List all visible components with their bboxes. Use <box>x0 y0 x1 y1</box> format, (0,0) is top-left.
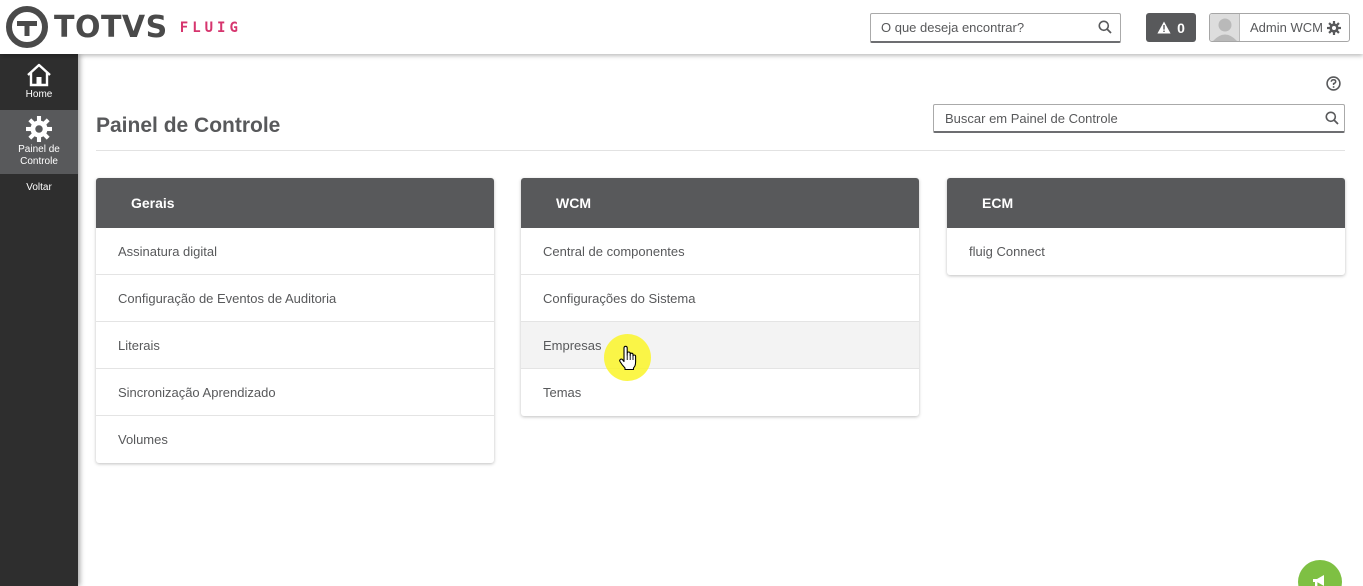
menu-item-literais[interactable]: Literais <box>96 322 494 369</box>
hand-pointer-icon <box>619 345 637 371</box>
sidebar-item-label: Home <box>25 89 53 100</box>
gear-icon <box>1326 20 1341 35</box>
sidebar-back-link[interactable]: Voltar <box>0 174 78 200</box>
user-name: Admin WCM <box>1250 20 1323 35</box>
megaphone-icon <box>1313 575 1324 586</box>
menu-item-temas[interactable]: Temas <box>521 369 919 416</box>
panel-search-input[interactable] <box>934 105 1314 131</box>
brand-name: TOTVS <box>54 9 168 45</box>
card-ecm: ECM fluig Connect <box>947 178 1345 275</box>
menu-item-fluig-connect[interactable]: fluig Connect <box>947 228 1345 275</box>
menu-item-sincronizacao[interactable]: Sincronização Aprendizado <box>96 369 494 416</box>
card-title: Gerais <box>96 178 494 228</box>
totvs-logo-icon <box>6 6 48 48</box>
menu-item-assinatura-digital[interactable]: Assinatura digital <box>96 228 494 275</box>
menu-item-configuracoes-sistema[interactable]: Configurações do Sistema <box>521 275 919 322</box>
product-name: FLUIG <box>179 20 242 36</box>
sidebar: Home Painel de Controle Voltar <box>0 54 78 586</box>
sidebar-item-control-panel[interactable]: Painel de Controle <box>0 110 78 174</box>
global-search <box>870 13 1121 43</box>
card-gerais: Gerais Assinatura digital Configuração d… <box>96 178 494 463</box>
card-wcm: WCM Central de componentes Configurações… <box>521 178 919 416</box>
search-icon[interactable] <box>1098 20 1112 39</box>
menu-item-volumes[interactable]: Volumes <box>96 416 494 463</box>
alerts-button[interactable]: 0 <box>1146 13 1196 42</box>
home-icon <box>27 63 51 87</box>
avatar <box>1210 14 1240 41</box>
totvs-fluig-logo[interactable]: TOTVS FLUIG <box>6 5 242 49</box>
gear-icon <box>26 116 52 142</box>
warning-icon <box>1157 21 1171 34</box>
menu-item-eventos-auditoria[interactable]: Configuração de Eventos de Auditoria <box>96 275 494 322</box>
card-title: ECM <box>947 178 1345 228</box>
card-title: WCM <box>521 178 919 228</box>
sidebar-item-home[interactable]: Home <box>0 54 78 110</box>
title-divider <box>96 150 1345 151</box>
feedback-fab[interactable] <box>1298 560 1342 586</box>
menu-item-empresas[interactable]: Empresas <box>521 322 919 369</box>
alert-count: 0 <box>1177 19 1185 36</box>
top-header: TOTVS FLUIG 0 Admin WCM <box>0 0 1363 54</box>
menu-item-central-componentes[interactable]: Central de componentes <box>521 228 919 275</box>
search-icon[interactable] <box>1325 111 1339 130</box>
panel-search <box>933 104 1345 133</box>
help-icon[interactable] <box>1326 76 1341 96</box>
sidebar-item-label: Painel de Controle <box>18 144 60 167</box>
global-search-input[interactable] <box>871 14 1091 41</box>
user-menu-button[interactable]: Admin WCM <box>1209 13 1350 42</box>
page-title: Painel de Controle <box>96 114 281 137</box>
